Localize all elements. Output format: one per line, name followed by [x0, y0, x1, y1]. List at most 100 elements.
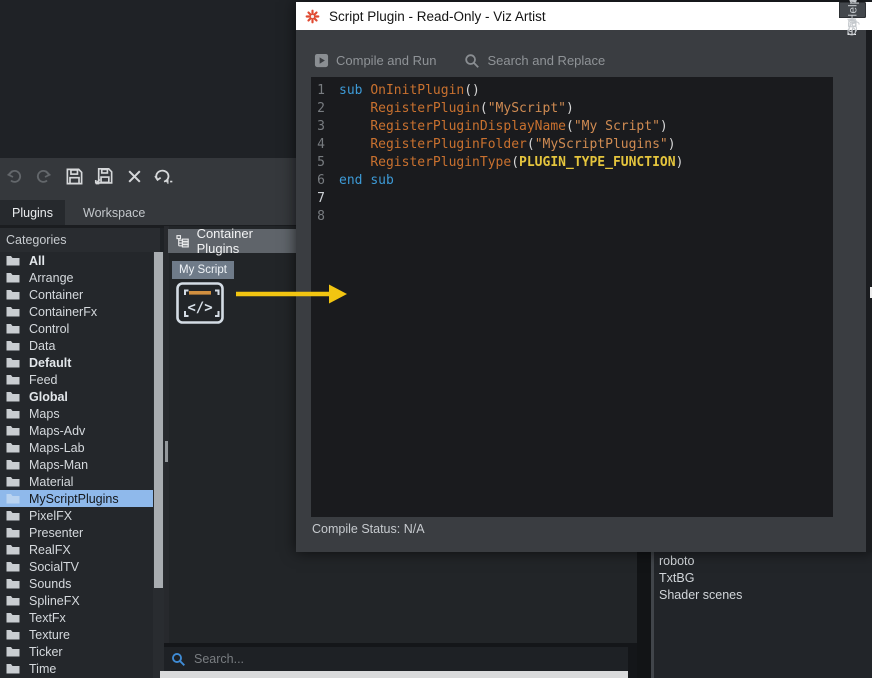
category-label: Texture	[29, 628, 70, 642]
annotation-arrow-icon	[234, 281, 348, 307]
splitter-grip[interactable]	[165, 441, 168, 462]
folder-icon	[6, 578, 20, 589]
category-item-splinefx[interactable]: SplineFX	[0, 592, 153, 609]
my-script-plugin-icon[interactable]: </>	[176, 282, 224, 329]
category-label: Maps	[29, 407, 60, 421]
code-line-5[interactable]: 5 RegisterPluginType(PLUGIN_TYPE_FUNCTIO…	[311, 154, 833, 172]
code-line-3[interactable]: 3 RegisterPluginDisplayName("My Script")	[311, 118, 833, 136]
category-item-realfx[interactable]: RealFX	[0, 541, 153, 558]
category-item-myscriptplugins[interactable]: MyScriptPlugins	[0, 490, 153, 507]
code-line-7[interactable]: 7	[311, 190, 833, 208]
category-item-maps-man[interactable]: Maps-Man	[0, 456, 153, 473]
tab-plugins[interactable]: Plugins	[0, 200, 65, 226]
category-item-texture[interactable]: Texture	[0, 626, 153, 643]
category-label: TextFx	[29, 611, 66, 625]
category-item-feed[interactable]: Feed	[0, 371, 153, 388]
undo-icon[interactable]	[2, 164, 26, 188]
scene-item-txtbg[interactable]: TxtBG	[654, 569, 872, 586]
line-code: end sub	[339, 172, 394, 190]
folder-icon	[6, 527, 20, 538]
category-item-containerfx[interactable]: ContainerFx	[0, 303, 153, 320]
category-label: Presenter	[29, 526, 83, 540]
line-number: 7	[311, 190, 339, 208]
folder-icon	[6, 493, 20, 504]
category-item-global[interactable]: Global	[0, 388, 153, 405]
svg-text:</>: </>	[187, 300, 212, 316]
category-item-ticker[interactable]: Ticker	[0, 643, 153, 660]
category-item-maps-lab[interactable]: Maps-Lab	[0, 439, 153, 456]
category-item-time[interactable]: Time	[0, 660, 153, 677]
categories-scrollbar[interactable]	[153, 252, 164, 678]
redo-icon[interactable]	[32, 164, 56, 188]
line-code: RegisterPluginFolder("MyScriptPlugins")	[339, 136, 676, 154]
search-icon	[171, 652, 186, 667]
category-item-data[interactable]: Data	[0, 337, 153, 354]
category-item-socialtv[interactable]: SocialTV	[0, 558, 153, 575]
folder-icon	[6, 544, 20, 555]
folder-icon	[6, 391, 20, 402]
category-item-maps-adv[interactable]: Maps-Adv	[0, 422, 153, 439]
horizontal-scrollbar[interactable]	[160, 671, 628, 678]
category-item-all[interactable]: All	[0, 252, 153, 269]
code-editor[interactable]: 1sub OnInitPlugin()2 RegisterPlugin("MyS…	[311, 77, 833, 517]
scene-item-shader-scenes[interactable]: Shader scenes	[654, 586, 872, 603]
line-code: RegisterPluginDisplayName("My Script")	[339, 118, 668, 136]
save-as-icon[interactable]	[92, 164, 116, 188]
category-item-control[interactable]: Control	[0, 320, 153, 337]
folder-icon	[6, 408, 20, 419]
categories-scrollbar-thumb[interactable]	[154, 252, 163, 588]
category-item-container[interactable]: Container	[0, 286, 153, 303]
folder-icon	[6, 255, 20, 266]
category-label: Sounds	[29, 577, 71, 591]
search-bar	[164, 647, 628, 671]
category-item-presenter[interactable]: Presenter	[0, 524, 153, 541]
container-plugins-header[interactable]: Container Plugins	[168, 229, 296, 253]
viz-artist-screen: Plugins Workspace Categories All Arrange…	[0, 0, 872, 678]
compile-and-run-label: Compile and Run	[336, 53, 436, 68]
line-number: 3	[311, 118, 339, 136]
left-tab-row: Plugins Workspace	[0, 200, 163, 226]
side-tab-help[interactable]: Help	[839, 2, 866, 18]
category-label: SocialTV	[29, 560, 79, 574]
search-and-replace-button[interactable]: Search and Replace	[464, 53, 605, 69]
tree-icon	[176, 234, 190, 248]
my-script-plugin-label[interactable]: My Script	[172, 261, 234, 279]
code-line-4[interactable]: 4 RegisterPluginFolder("MyScriptPlugins"…	[311, 136, 833, 154]
window-titlebar[interactable]: Script Plugin - Read-Only - Viz Artist	[296, 2, 872, 30]
line-code: RegisterPlugin("MyScript")	[339, 100, 574, 118]
code-line-8[interactable]: 8	[311, 208, 833, 226]
play-icon	[314, 53, 329, 68]
code-line-1[interactable]: 1sub OnInitPlugin()	[311, 82, 833, 100]
magnifier-icon	[464, 53, 480, 69]
viz-logo-icon	[305, 9, 320, 24]
code-line-2[interactable]: 2 RegisterPlugin("MyScript")	[311, 100, 833, 118]
category-label: Feed	[29, 373, 58, 387]
category-item-material[interactable]: Material	[0, 473, 153, 490]
category-item-sounds[interactable]: Sounds	[0, 575, 153, 592]
folder-icon	[6, 595, 20, 606]
category-label: Global	[29, 390, 68, 404]
categories-list: All Arrange Container ContainerFx Contro…	[0, 252, 153, 678]
category-item-arrange[interactable]: Arrange	[0, 269, 153, 286]
line-number: 5	[311, 154, 339, 172]
script-toolbar: Compile and Run Search and Replace	[296, 30, 872, 77]
category-item-textfx[interactable]: TextFx	[0, 609, 153, 626]
save-icon[interactable]	[62, 164, 86, 188]
category-item-pixelfx[interactable]: PixelFX	[0, 507, 153, 524]
container-plugins-label: Container Plugins	[197, 226, 296, 256]
code-line-6[interactable]: 6end sub	[311, 172, 833, 190]
left-toolbar: Plugins Workspace	[0, 158, 296, 226]
category-label: All	[29, 254, 45, 268]
search-input[interactable]	[194, 652, 574, 666]
category-item-maps[interactable]: Maps	[0, 405, 153, 422]
tab-workspace[interactable]: Workspace	[71, 200, 157, 226]
compile-and-run-button[interactable]: Compile and Run	[314, 53, 436, 68]
category-item-default[interactable]: Default	[0, 354, 153, 371]
folder-icon	[6, 323, 20, 334]
scene-item-roboto[interactable]: roboto	[654, 552, 872, 569]
folder-icon	[6, 629, 20, 640]
transfer-icon[interactable]	[152, 164, 176, 188]
script-plugin-window: Script Plugin - Read-Only - Viz Artist C…	[296, 2, 872, 552]
search-and-replace-label: Search and Replace	[487, 53, 605, 68]
delete-icon[interactable]	[122, 164, 146, 188]
